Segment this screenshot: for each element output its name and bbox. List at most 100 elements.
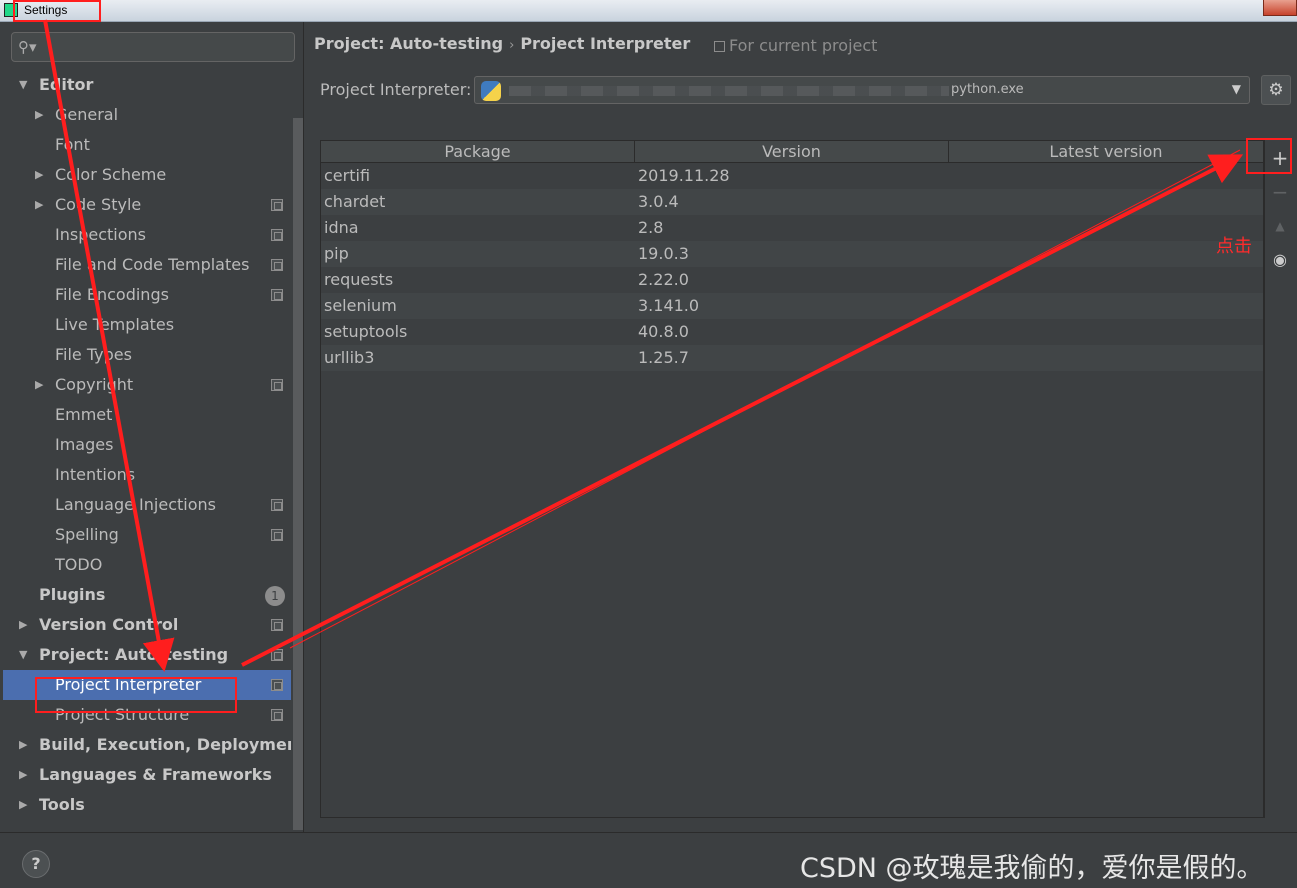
sidebar-item-font[interactable]: Font <box>3 130 291 160</box>
sidebar-item-label: Live Templates <box>55 315 175 334</box>
sidebar-item-plugins[interactable]: Plugins 1 <box>3 580 291 610</box>
cell-package: chardet <box>324 192 386 211</box>
sidebar-item-color-scheme[interactable]: ▶ Color Scheme <box>3 160 291 190</box>
project-scope-icon <box>271 709 283 721</box>
table-row[interactable]: selenium 3.141.0 <box>321 293 1263 319</box>
table-row[interactable]: requests 2.22.0 <box>321 267 1263 293</box>
cell-version: 3.141.0 <box>638 296 700 315</box>
table-row[interactable]: pip 19.0.3 <box>321 241 1263 267</box>
gear-button[interactable]: ⚙ <box>1261 75 1291 105</box>
package-toolbar: + − ▲ ◉ <box>1264 140 1294 818</box>
settings-tree: ▼ Editor ▶ General Font ▶ Color Scheme ▶ Code St… <box>3 70 291 832</box>
for-current-project-label: For current project <box>714 36 877 55</box>
search-icon: ⚲▾ <box>18 38 37 56</box>
sidebar-item-label: Project: Auto-testing <box>39 645 229 664</box>
sidebar-item-live-templates[interactable]: Live Templates <box>3 310 291 340</box>
sidebar-item-inspections[interactable]: Inspections <box>3 220 291 250</box>
scrollbar-thumb[interactable] <box>293 118 303 830</box>
chevron-right-icon[interactable]: ▶ <box>35 370 43 400</box>
sidebar-item-file-types[interactable]: File Types <box>3 340 291 370</box>
sidebar-item-project-auto-testing[interactable]: ▼ Project: Auto-testing <box>3 640 291 670</box>
cell-version: 1.25.7 <box>638 348 689 367</box>
chevron-right-icon[interactable]: ▶ <box>35 190 43 220</box>
close-button[interactable] <box>1263 0 1297 16</box>
sidebar-scrollbar[interactable] <box>291 70 303 832</box>
triangle-up-icon: ▲ <box>1275 219 1285 233</box>
chevron-right-icon[interactable]: ▶ <box>35 100 43 130</box>
sidebar-item-code-style[interactable]: ▶ Code Style <box>3 190 291 220</box>
search-input[interactable]: ⚲▾ <box>11 32 295 62</box>
title-bar: Settings <box>0 0 1297 22</box>
sidebar-item-copyright[interactable]: ▶ Copyright <box>3 370 291 400</box>
sidebar-item-label: Emmet <box>55 405 113 424</box>
package-table: Package Version Latest version certifi 20… <box>320 140 1264 818</box>
chevron-right-icon[interactable]: ▶ <box>19 790 27 820</box>
scope-icon <box>714 41 725 52</box>
interpreter-select[interactable]: python.exe ▼ <box>474 76 1250 104</box>
sidebar-item-label: File and Code Templates <box>55 255 250 274</box>
project-scope-icon <box>271 379 283 391</box>
cell-package: idna <box>324 218 359 237</box>
sidebar-item-spelling[interactable]: Spelling <box>3 520 291 550</box>
sidebar-item-label: Copyright <box>55 375 134 394</box>
table-row[interactable]: chardet 3.0.4 <box>321 189 1263 215</box>
chevron-right-icon[interactable]: ▶ <box>19 610 27 640</box>
sidebar-item-label: Intentions <box>55 465 136 484</box>
project-scope-icon <box>271 529 283 541</box>
project-scope-icon <box>271 259 283 271</box>
cell-version: 2.8 <box>638 218 664 237</box>
project-scope-icon <box>271 229 283 241</box>
sidebar-item-label: File Encodings <box>55 285 169 304</box>
table-row[interactable]: certifi 2019.11.28 <box>321 163 1263 189</box>
annotation-box-add <box>1246 138 1292 174</box>
chevron-right-icon[interactable]: ▶ <box>19 730 27 760</box>
gear-icon: ⚙ <box>1268 80 1284 100</box>
sidebar-item-label: Inspections <box>55 225 146 244</box>
sidebar-item-language-injections[interactable]: Language Injections <box>3 490 291 520</box>
plugins-update-badge: 1 <box>265 586 285 606</box>
sidebar-item-label: Languages & Frameworks <box>39 765 272 784</box>
cell-package: urllib3 <box>324 348 375 367</box>
annotation-box-interpreter <box>35 677 237 713</box>
chevron-right-icon[interactable]: ▶ <box>19 760 27 790</box>
table-row[interactable]: idna 2.8 <box>321 215 1263 241</box>
cell-version: 3.0.4 <box>638 192 679 211</box>
show-early-releases-button[interactable]: ◉ <box>1265 246 1295 274</box>
sidebar-item-todo[interactable]: TODO <box>3 550 291 580</box>
project-scope-icon <box>271 649 283 661</box>
cell-package: pip <box>324 244 349 263</box>
column-header-version[interactable]: Version <box>635 141 949 163</box>
sidebar-item-file-encodings[interactable]: File Encodings <box>3 280 291 310</box>
table-row[interactable]: urllib3 1.25.7 <box>321 345 1263 371</box>
column-header-latest-version[interactable]: Latest version <box>949 141 1263 163</box>
watermark: CSDN @玫瑰是我偷的，爱你是假的。 <box>800 853 1264 884</box>
table-row[interactable]: setuptools 40.8.0 <box>321 319 1263 345</box>
chevron-down-icon: ▼ <box>1231 82 1241 96</box>
help-button[interactable]: ? <box>22 850 50 878</box>
cell-version: 19.0.3 <box>638 244 689 263</box>
interpreter-path: python.exe <box>951 82 1024 97</box>
remove-package-button[interactable]: − <box>1265 178 1295 206</box>
sidebar-item-editor[interactable]: ▼ Editor <box>3 70 291 100</box>
eye-icon: ◉ <box>1273 250 1287 269</box>
sidebar-item-intentions[interactable]: Intentions <box>3 460 291 490</box>
upgrade-package-button[interactable]: ▲ <box>1265 212 1295 240</box>
chevron-down-icon[interactable]: ▼ <box>19 70 27 100</box>
cell-version: 2019.11.28 <box>638 166 730 185</box>
sidebar-item-languages-frameworks[interactable]: ▶ Languages & Frameworks <box>3 760 291 790</box>
sidebar-item-tools[interactable]: ▶ Tools <box>3 790 291 820</box>
chevron-right-icon[interactable]: ▶ <box>35 160 43 190</box>
sidebar-item-version-control[interactable]: ▶ Version Control <box>3 610 291 640</box>
sidebar-item-build-execution-deployment[interactable]: ▶ Build, Execution, Deployment <box>3 730 291 760</box>
sidebar-item-images[interactable]: Images <box>3 430 291 460</box>
divider <box>303 22 304 832</box>
annotation-click-label: 点击 <box>1216 236 1252 257</box>
cell-package: requests <box>324 270 394 289</box>
sidebar-item-general[interactable]: ▶ General <box>3 100 291 130</box>
sidebar-item-emmet[interactable]: Emmet <box>3 400 291 430</box>
annotation-box-settings <box>13 0 101 22</box>
sidebar-item-file-and-code-templates[interactable]: File and Code Templates <box>3 250 291 280</box>
chevron-down-icon[interactable]: ▼ <box>19 640 27 670</box>
breadcrumb: Project: Auto-testing › Project Interprete… <box>314 34 690 56</box>
column-header-package[interactable]: Package <box>321 141 635 163</box>
